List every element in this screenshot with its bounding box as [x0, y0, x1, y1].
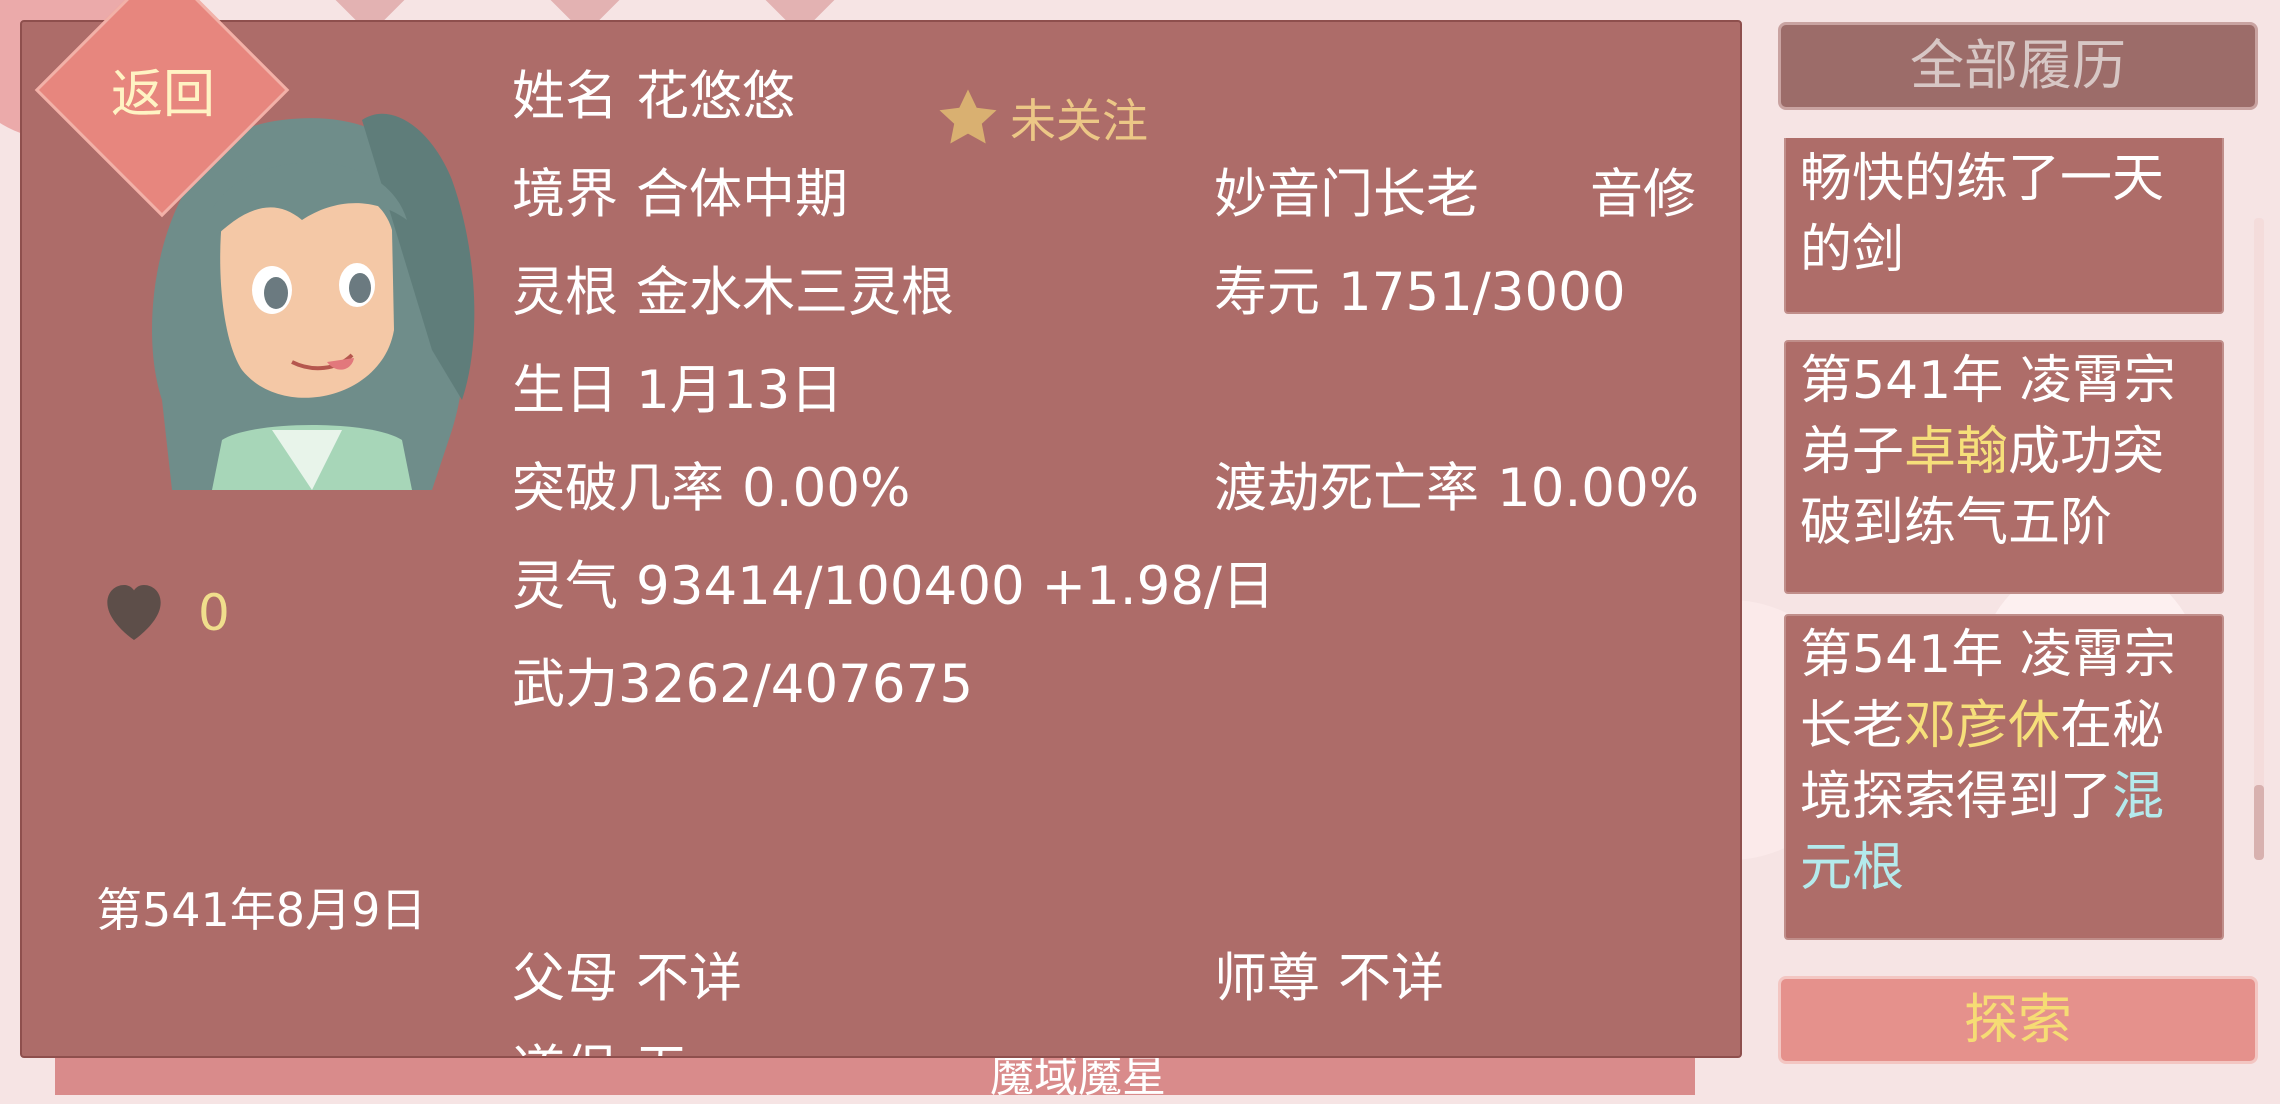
realm-row: 境界 合体中期: [512, 168, 848, 221]
log-person-name[interactable]: 卓翰: [1904, 422, 2008, 482]
parents-value: 不详: [636, 948, 742, 1009]
log-text: 畅快的练了一天的剑: [1800, 149, 2165, 280]
all-history-button[interactable]: 全部履历: [1778, 22, 2258, 110]
current-date: 第541年8月9日: [96, 883, 427, 937]
lifespan-value: 1751/3000: [1338, 262, 1626, 323]
star-icon: [939, 89, 997, 144]
realm-value: 合体中期: [636, 164, 848, 225]
breakthrough-label: 突破几率: [512, 458, 724, 519]
dao-partner-row: 道侣 无: [512, 1044, 688, 1056]
qi-value: 93414/100400 +1.98/日: [636, 556, 1275, 617]
qi-row: 灵气 93414/100400 +1.98/日: [512, 560, 1275, 613]
birthday-row: 生日 1月13日: [512, 364, 843, 417]
parents-label: 父母: [512, 948, 618, 1009]
log-item: 第541年 凌霄宗弟子卓翰成功突破到练气五阶: [1784, 340, 2224, 594]
realm-label: 境界: [512, 164, 618, 225]
name-label: 姓名: [512, 66, 618, 127]
follow-button[interactable]: 未关注: [932, 82, 1148, 154]
tribulation-value: 10.00%: [1497, 458, 1700, 519]
root-row: 灵根 金水木三灵根: [512, 266, 954, 319]
sect-role: 妙音门长老: [1214, 164, 1479, 225]
name-row: 姓名 花悠悠: [512, 70, 795, 123]
root-value: 金水木三灵根: [636, 262, 954, 323]
log-item: 第541年 凌霄宗长老邓彦休在秘境探索得到了混元根: [1784, 614, 2224, 940]
name-value: 花悠悠: [636, 66, 795, 127]
lifespan-label: 寿元: [1214, 262, 1320, 323]
master-label: 师尊: [1214, 948, 1320, 1009]
explore-button[interactable]: 探索: [1778, 976, 2258, 1064]
breakthrough-value: 0.00%: [742, 458, 911, 519]
force-stat: 武力3262/407675: [512, 654, 974, 715]
lifespan-row: 寿元 1751/3000: [1214, 266, 1626, 319]
tribulation-row: 渡劫死亡率 10.00%: [1214, 462, 1699, 515]
character-panel: 0 第541年8月9日 姓名 花悠悠 未关注 境界 合体中期 妙音门长老 音修 灵根…: [20, 20, 1742, 1058]
qi-label: 灵气: [512, 556, 618, 617]
history-scrollbar[interactable]: [2254, 218, 2264, 858]
back-button-label[interactable]: 返回: [108, 52, 218, 127]
favor-count: 0: [198, 584, 230, 642]
cultivation-type: 音修: [1590, 164, 1696, 225]
follow-label: 未关注: [1010, 94, 1148, 148]
history-scroll-thumb[interactable]: [2254, 785, 2264, 860]
breakthrough-row: 突破几率 0.00%: [512, 462, 910, 515]
root-label: 灵根: [512, 262, 618, 323]
birthday-label: 生日: [512, 360, 618, 421]
history-log-list[interactable]: 畅快的练了一天的剑 第541年 凌霄宗弟子卓翰成功突破到练气五阶 第541年 凌…: [1778, 138, 2258, 948]
heart-icon[interactable]: [94, 570, 174, 650]
master-value: 不详: [1338, 948, 1444, 1009]
log-item: 畅快的练了一天的剑: [1784, 138, 2224, 314]
tribulation-label: 渡劫死亡率: [1214, 458, 1479, 519]
log-person-name[interactable]: 邓彦休: [1904, 696, 2060, 756]
birthday-value: 1月13日: [636, 360, 844, 421]
parents-row: 父母 不详: [512, 952, 742, 1005]
master-row: 师尊 不详: [1214, 952, 1444, 1005]
